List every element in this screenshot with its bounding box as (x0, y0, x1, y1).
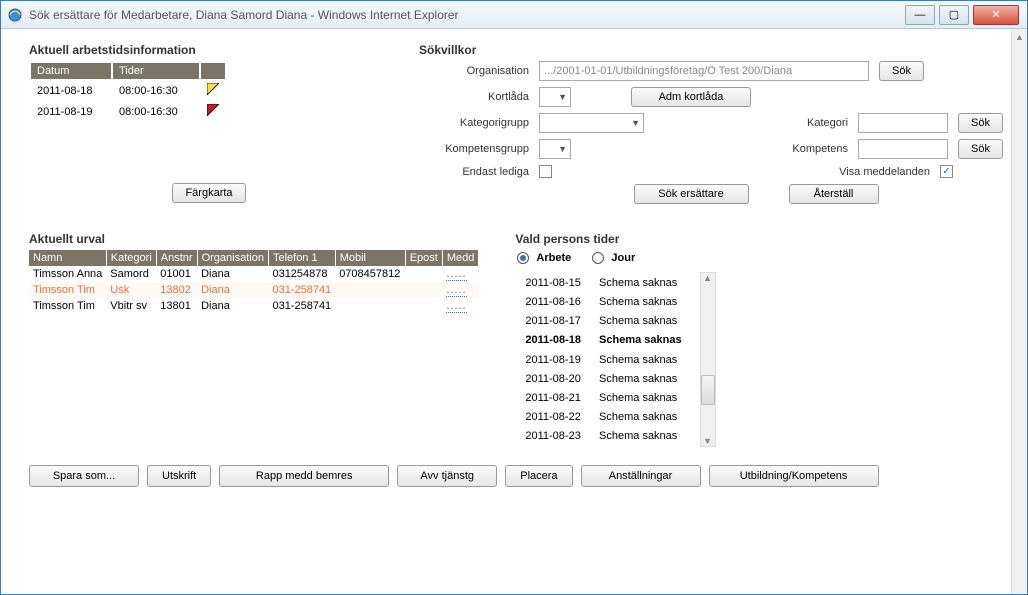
ie-icon (7, 7, 23, 23)
scroll-thumb[interactable] (701, 375, 715, 405)
medd-link[interactable]: ..... (446, 300, 466, 313)
vald-heading: Vald persons tider (515, 232, 715, 246)
window-buttons: — ▢ ✕ (905, 5, 1019, 25)
sok-kategori-button[interactable]: Sök (958, 113, 1003, 133)
window-title: Sök ersättare för Medarbetare, Diana Sam… (29, 8, 905, 22)
col-date: Datum (31, 63, 111, 79)
rapp-button[interactable]: Rapp medd bemres (219, 465, 389, 487)
sok-ersattare-button[interactable]: Sök ersättare (634, 184, 749, 204)
spara-button[interactable]: Spara som... (29, 465, 139, 487)
minimize-button[interactable]: — (905, 5, 935, 25)
medd-link[interactable]: ..... (446, 284, 466, 297)
close-button[interactable]: ✕ (973, 5, 1019, 25)
worktime-heading: Aktuell arbetstidsinformation (29, 43, 389, 57)
utskrift-button[interactable]: Utskrift (147, 465, 211, 487)
schedule-table: 2011-08-15Schema saknas 2011-08-16Schema… (515, 272, 691, 447)
list-item[interactable]: 2011-08-21Schema saknas (517, 389, 689, 406)
table-row[interactable]: Timsson Anna Samord 01001 Diana 03125487… (29, 266, 479, 282)
list-item[interactable]: 2011-08-17Schema saknas (517, 313, 689, 330)
radio-arbete-label: Arbete (536, 252, 571, 264)
visa-checkbox[interactable] (940, 165, 953, 178)
scroll-up-icon[interactable]: ▲ (703, 273, 712, 283)
label-kompetensgrupp: Kompetensgrupp (419, 143, 529, 155)
org-input[interactable] (539, 61, 869, 81)
medd-link[interactable]: ..... (446, 268, 466, 281)
list-item[interactable]: 2011-08-23Schema saknas (517, 428, 689, 445)
placera-button[interactable]: Placera (505, 465, 572, 487)
col-flag (201, 63, 225, 79)
radio-jour-label: Jour (611, 252, 635, 264)
flag-icon (207, 83, 219, 95)
urval-heading: Aktuellt urval (29, 232, 479, 246)
list-item[interactable]: 2011-08-19Schema saknas (517, 351, 689, 368)
list-item[interactable]: 2011-08-15Schema saknas (517, 274, 689, 291)
radio-jour[interactable] (592, 252, 604, 264)
table-row[interactable]: Timsson Tim Usk 13802 Diana 031-258741 .… (29, 282, 479, 298)
avv-button[interactable]: Avv tjänstg (397, 465, 497, 487)
aterstall-button[interactable]: Återställ (789, 184, 879, 204)
utbildning-button[interactable]: Utbildning/Kompetens (709, 465, 879, 487)
label-kategorigrupp: Kategorigrupp (419, 117, 529, 129)
maximize-button[interactable]: ▢ (939, 5, 969, 25)
list-item[interactable]: 2011-08-18Schema saknas (517, 332, 689, 349)
colormap-button[interactable]: Färgkarta (172, 183, 245, 203)
sok-heading: Sökvillkor (419, 43, 1003, 57)
kompetensgrupp-dropdown[interactable]: ▼ (539, 139, 571, 159)
kategorigrupp-dropdown[interactable]: ▼ (539, 113, 644, 133)
app-window: Sök ersättare för Medarbetare, Diana Sam… (0, 0, 1028, 595)
list-item[interactable]: 2011-08-22Schema saknas (517, 409, 689, 426)
worktime-row: 2011-08-19 08:00-16:30 (31, 102, 225, 121)
endast-checkbox[interactable] (539, 165, 552, 178)
col-times: Tider (113, 63, 199, 79)
list-item[interactable]: 2011-08-20Schema saknas (517, 370, 689, 387)
list-item[interactable]: 2011-08-16Schema saknas (517, 293, 689, 310)
label-kompetens: Kompetens (753, 143, 848, 155)
scroll-down-icon[interactable]: ▼ (703, 436, 712, 446)
titlebar: Sök ersättare för Medarbetare, Diana Sam… (1, 1, 1027, 29)
urval-header-row: Namn Kategori Anstnr Organisation Telefo… (29, 250, 479, 266)
label-org: Organisation (419, 65, 529, 77)
label-kortlada: Kortlåda (419, 91, 529, 103)
adm-kortlada-button[interactable]: Adm kortlåda (631, 87, 751, 107)
bottom-toolbar: Spara som... Utskrift Rapp medd bemres A… (29, 465, 1003, 487)
label-endast: Endast lediga (419, 166, 529, 178)
kategori-input[interactable] (858, 113, 948, 133)
table-row[interactable]: Timsson Tim Vbitr sv 13801 Diana 031-258… (29, 298, 479, 314)
schedule-scrollbar[interactable]: ▲ ▼ (700, 272, 716, 447)
flag-icon (207, 104, 219, 116)
radio-arbete[interactable] (517, 252, 529, 264)
worktime-row: 2011-08-18 08:00-16:30 (31, 81, 225, 100)
urval-table: Namn Kategori Anstnr Organisation Telefo… (29, 250, 479, 314)
label-visa: Visa meddelanden (805, 166, 930, 178)
kompetens-input[interactable] (858, 139, 948, 159)
worktime-table: Datum Tider 2011-08-18 08:00-16:30 2011-… (29, 61, 227, 123)
anstallningar-button[interactable]: Anställningar (581, 465, 701, 487)
client-area: Aktuell arbetstidsinformation Datum Tide… (1, 29, 1027, 594)
kortlada-dropdown[interactable]: ▼ (539, 87, 571, 107)
sok-kompetens-button[interactable]: Sök (958, 139, 1003, 159)
label-kategori: Kategori (753, 117, 848, 129)
sok-org-button[interactable]: Sök (879, 61, 924, 81)
